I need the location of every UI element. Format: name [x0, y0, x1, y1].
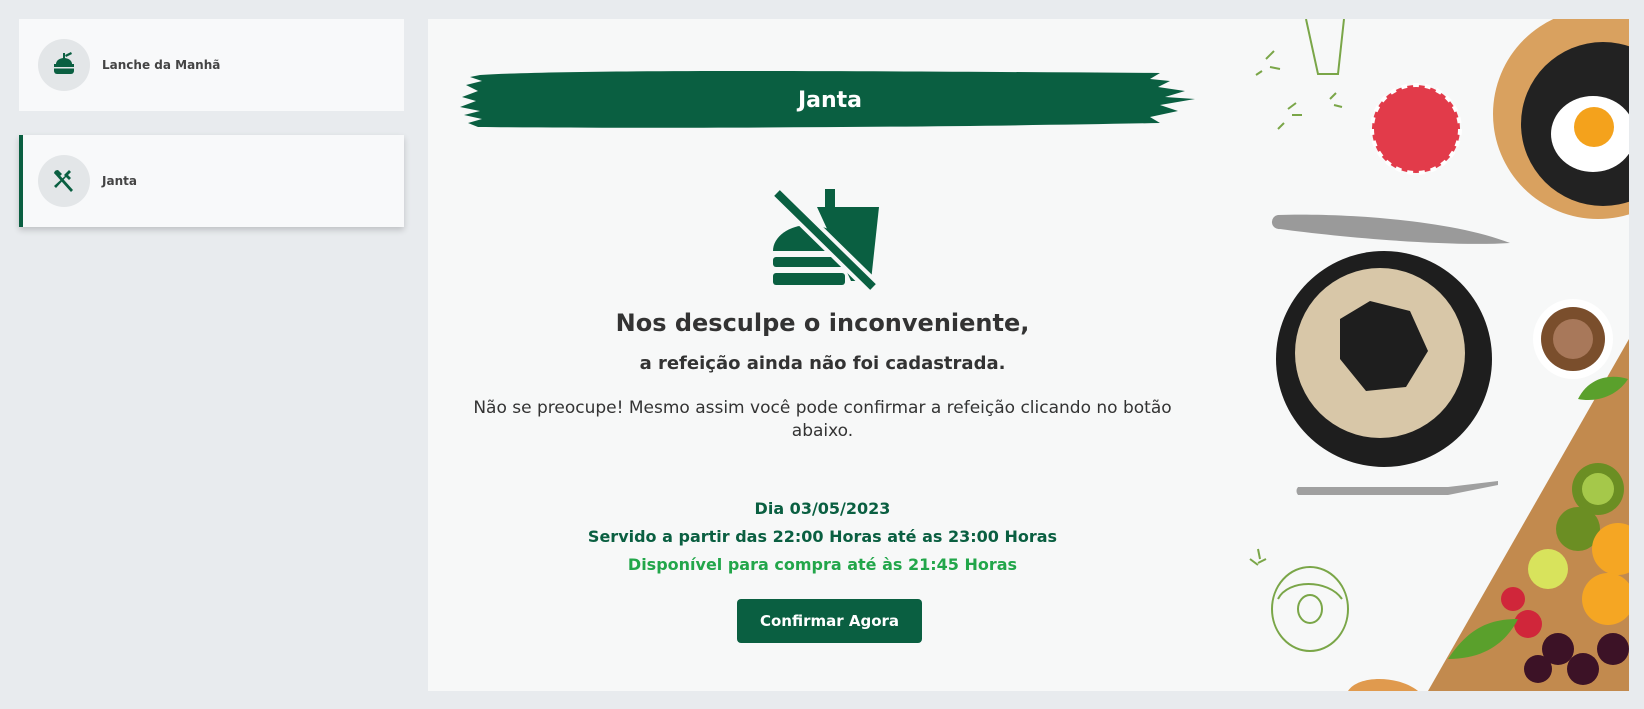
- no-food-icon: [771, 187, 879, 297]
- meal-purchase-deadline: Disponível para compra até às 21:45 Hora…: [627, 555, 1018, 574]
- meal-date: Dia 03/05/2023: [754, 499, 891, 518]
- meal-serving-time: Servido a partir das 22:00 Horas até as …: [587, 527, 1058, 546]
- page-title: Janta: [797, 87, 863, 113]
- sidebar-item-janta[interactable]: Janta: [19, 135, 404, 227]
- meal-title-banner: Janta: [460, 67, 1200, 133]
- sidebar-item-lanche-da-manha[interactable]: Lanche da Manhã: [19, 19, 404, 111]
- sidebar-item-label: Janta: [102, 174, 137, 188]
- confirm-now-button[interactable]: Confirmar Agora: [737, 599, 922, 643]
- confirm-note: Não se preocupe! Mesmo assim você pode c…: [473, 398, 1172, 441]
- sidebar-item-label: Lanche da Manhã: [102, 58, 221, 72]
- lunchbox-icon: [38, 39, 90, 91]
- food-illustration: [1249, 19, 1629, 691]
- main-panel: Janta Nos desculpe o inconveniente, a re…: [428, 19, 1629, 691]
- apology-heading: Nos desculpe o inconveniente,: [615, 309, 1030, 337]
- fork-knife-icon: [38, 155, 90, 207]
- apology-subheading: a refeição ainda não foi cadastrada.: [639, 353, 1006, 374]
